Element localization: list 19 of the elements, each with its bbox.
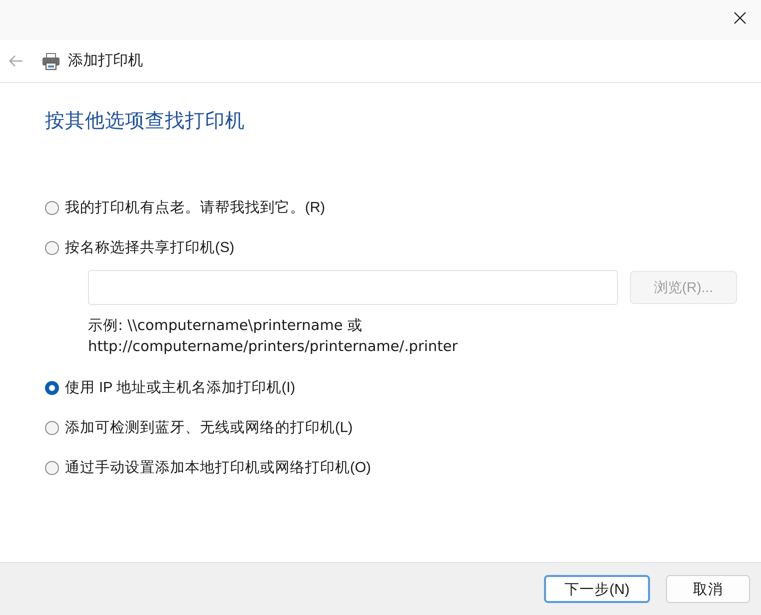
radio-label[interactable]: 使用 IP 地址或主机名添加打印机(I) — [65, 378, 296, 398]
next-button[interactable]: 下一步(N) — [544, 575, 650, 603]
printer-path-field[interactable] — [88, 270, 618, 305]
radio-button[interactable] — [45, 421, 59, 435]
radio-button[interactable] — [45, 241, 59, 255]
radio-label[interactable]: 我的打印机有点老。请帮我找到它。(R) — [65, 198, 326, 218]
radio-button[interactable] — [45, 201, 59, 215]
radio-label[interactable]: 按名称选择共享打印机(S) — [65, 238, 234, 258]
cancel-button[interactable]: 取消 — [666, 575, 750, 603]
radio-label[interactable]: 添加可检测到蓝牙、无线或网络的打印机(L) — [65, 418, 353, 438]
radio-button[interactable] — [45, 461, 59, 475]
example-text: 示例: \\computername\printername 或 http://computername/printers/printername/.printer — [88, 317, 459, 357]
page-heading: 按其他选项查找打印机 — [45, 109, 245, 133]
radio-button[interactable] — [45, 381, 59, 395]
radio-label[interactable]: 通过手动设置添加本地打印机或网络打印机(O) — [65, 458, 371, 478]
arrow-left-icon — [9, 55, 23, 67]
printer-icon — [42, 52, 60, 70]
close-icon — [734, 12, 746, 24]
dialog-title: 添加打印机 — [68, 51, 143, 71]
